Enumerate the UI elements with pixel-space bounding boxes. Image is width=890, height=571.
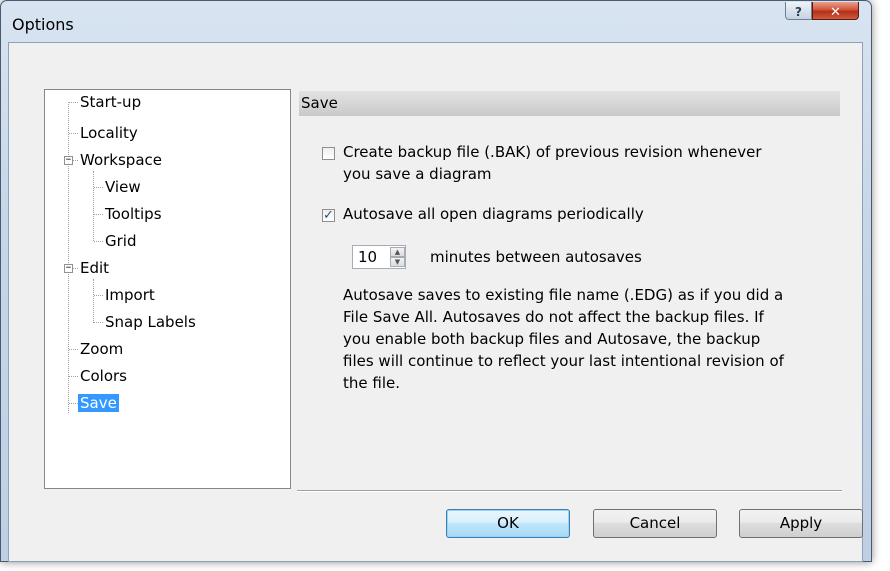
- button-separator: [297, 490, 842, 492]
- tree-item-import[interactable]: Import: [103, 284, 157, 306]
- autosave-checkbox[interactable]: ✓: [322, 209, 335, 222]
- tree-line: [93, 279, 94, 323]
- autosave-interval-stepper[interactable]: 10 ▲ ▼: [352, 245, 406, 269]
- collapse-workspace-icon[interactable]: −: [64, 156, 73, 165]
- tree-item-tooltips[interactable]: Tooltips: [103, 203, 164, 225]
- tree-item-workspace[interactable]: Workspace: [78, 149, 164, 171]
- apply-button[interactable]: Apply: [739, 509, 863, 538]
- checkmark-icon: ✓: [323, 208, 334, 223]
- tree-line: [94, 322, 103, 323]
- tree-item-label: Import: [105, 286, 155, 304]
- cancel-button[interactable]: Cancel: [593, 509, 717, 538]
- interval-label: minutes between autosaves: [430, 248, 642, 266]
- section-header: Save: [299, 91, 840, 116]
- tree-item-label: Edit: [80, 259, 110, 277]
- window-title: Options: [12, 15, 74, 34]
- description-line: Autosave saves to existing file name (.E…: [343, 286, 784, 304]
- ok-button[interactable]: OK: [446, 509, 570, 538]
- tree-item-save[interactable]: Save: [78, 392, 119, 414]
- tree-item-label: Colors: [80, 367, 127, 385]
- spin-down-icon[interactable]: ▼: [390, 257, 405, 267]
- tree-item-label: Start-up: [80, 93, 142, 111]
- backup-label-line1[interactable]: Create backup file (.BAK) of previous re…: [343, 141, 762, 163]
- close-icon: ✕: [830, 5, 841, 20]
- autosave-label[interactable]: Autosave all open diagrams periodically: [343, 203, 644, 225]
- tree-item-locality[interactable]: Locality: [78, 122, 140, 144]
- tree-item-label: View: [105, 178, 141, 196]
- collapse-edit-icon[interactable]: −: [64, 264, 73, 273]
- backup-label-line2[interactable]: you save a diagram: [343, 163, 492, 185]
- backup-checkbox[interactable]: [322, 147, 335, 160]
- tree-item-label: Zoom: [80, 340, 124, 358]
- tree-item-edit[interactable]: Edit: [78, 257, 111, 279]
- interval-value[interactable]: 10: [358, 246, 377, 268]
- description-line: the file.: [343, 374, 400, 392]
- tree-line: [94, 241, 103, 242]
- tree-line: [69, 133, 78, 134]
- tree-item-label: Snap Labels: [105, 313, 196, 331]
- description-line: files will continue to reflect your last…: [343, 352, 784, 370]
- tree-item-label: Tooltips: [105, 205, 162, 223]
- help-button[interactable]: ?: [785, 2, 812, 20]
- description-line: you enable both backup files and Autosav…: [343, 330, 761, 348]
- title-bar[interactable]: Options ? ✕: [1, 1, 871, 43]
- description-line: File Save All. Autosaves do not affect t…: [343, 308, 764, 326]
- tree-item-label: Grid: [105, 232, 137, 250]
- tree-line: [93, 171, 94, 241]
- options-tree[interactable]: Start-up Locality − Workspace View Toolt…: [44, 89, 291, 489]
- dialog-client-area: Start-up Locality − Workspace View Toolt…: [8, 42, 863, 562]
- tree-line: [69, 376, 78, 377]
- tree-item-view[interactable]: View: [103, 176, 143, 198]
- spin-up-icon[interactable]: ▲: [390, 247, 405, 257]
- tree-line: [69, 102, 78, 103]
- tree-item-label: Save: [78, 394, 119, 412]
- tree-item-snap-labels[interactable]: Snap Labels: [103, 311, 198, 333]
- tree-line: [94, 187, 103, 188]
- tree-item-label: Locality: [80, 124, 138, 142]
- tree-line: [68, 102, 69, 413]
- help-icon: ?: [795, 5, 802, 19]
- tree-item-colors[interactable]: Colors: [78, 365, 129, 387]
- tree-line: [69, 403, 78, 404]
- tree-item-label: Workspace: [80, 151, 162, 169]
- tree-line: [69, 349, 78, 350]
- tree-item-grid[interactable]: Grid: [103, 230, 138, 252]
- tree-line: [94, 214, 103, 215]
- tree-item-start-up[interactable]: Start-up: [78, 91, 143, 113]
- tree-item-zoom[interactable]: Zoom: [78, 338, 125, 360]
- close-button[interactable]: ✕: [812, 2, 859, 20]
- tree-line: [94, 295, 103, 296]
